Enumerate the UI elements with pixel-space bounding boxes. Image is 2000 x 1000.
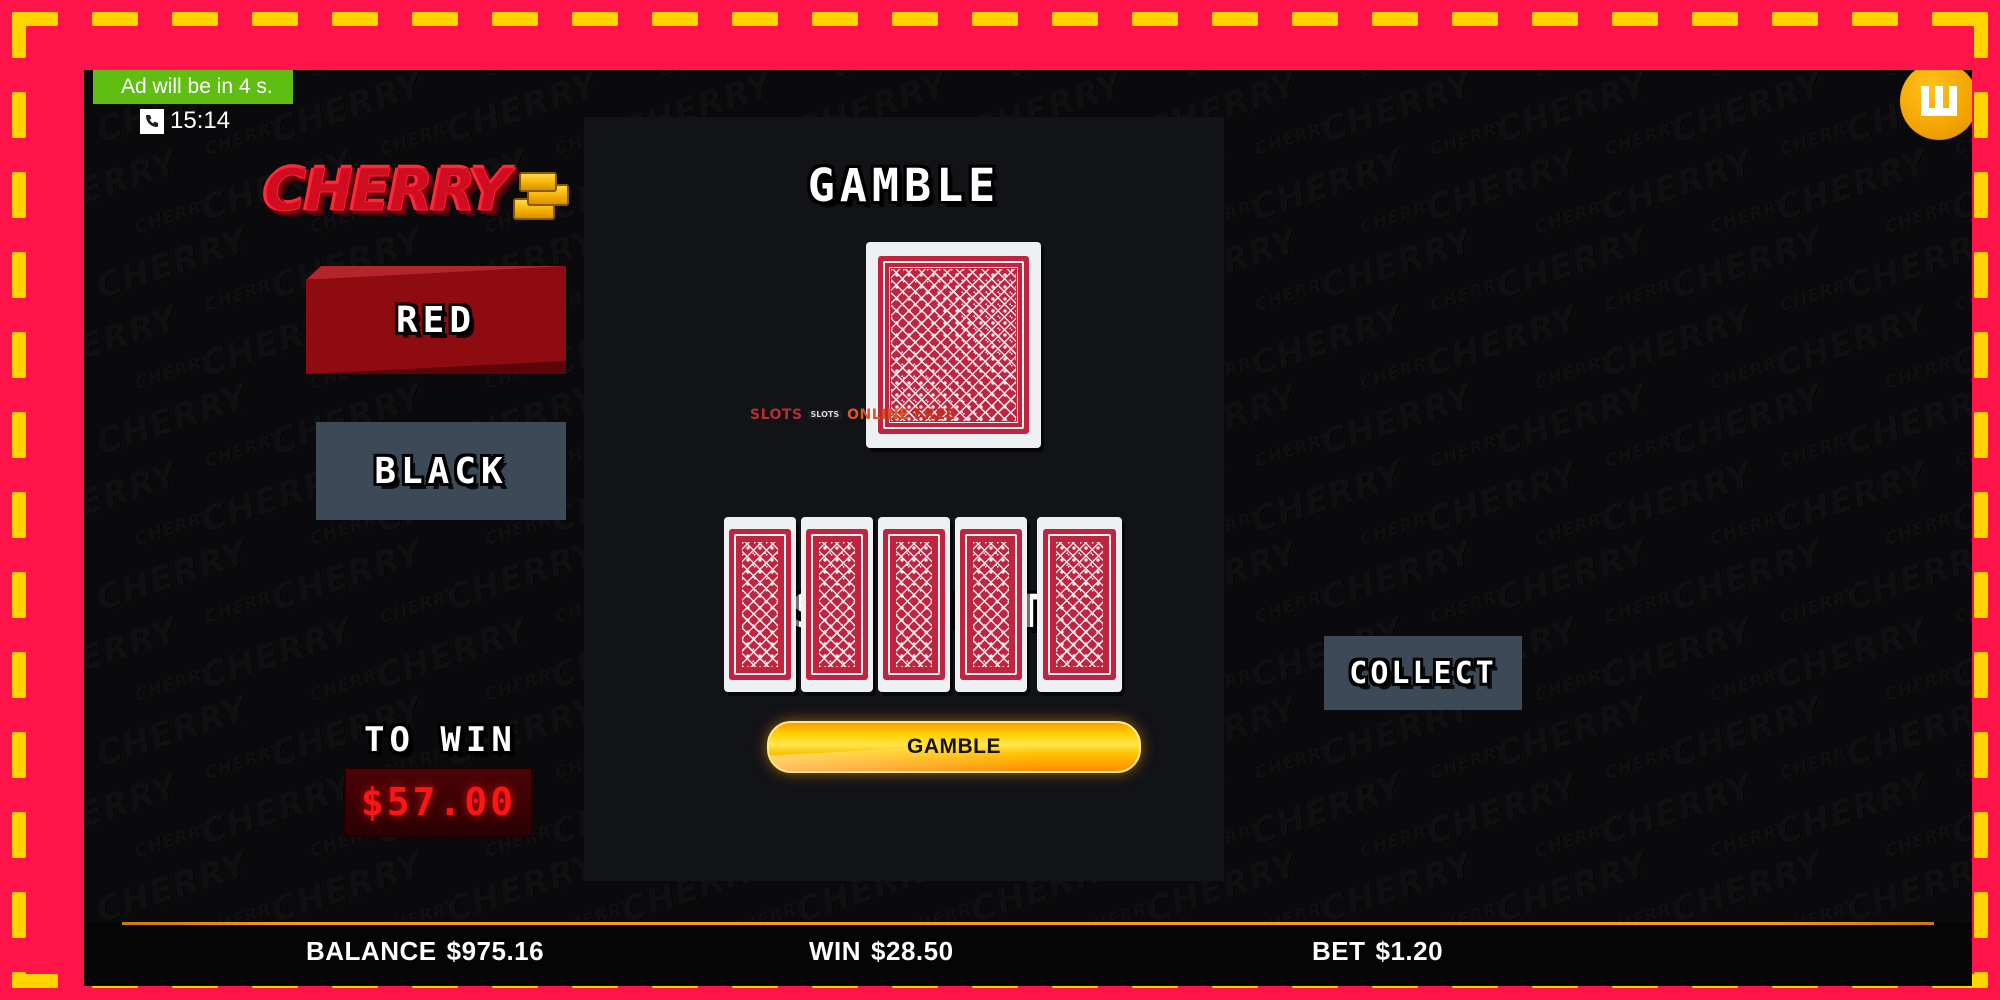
game-logo: CHERRY [264,156,571,225]
card-back-pattern [742,542,778,667]
history-card [1037,517,1122,692]
game-logo-text: CHERRY [264,156,512,225]
history-card [801,517,873,692]
card-back-frame [806,529,868,680]
status-bar-rule [122,922,1934,925]
watermark-part-1: SLOTS [750,407,803,423]
card-back-frame [1042,529,1117,680]
collect-button[interactable]: COLLECT [1324,636,1522,710]
to-win-label: TO WIN [364,720,517,760]
card-back-pattern [973,542,1009,667]
watermark-part-3: FREE [914,407,956,423]
history-card [955,517,1027,692]
bet-value: $1.20 [1375,936,1444,966]
red-button-label: RED [395,299,477,341]
card-back-pattern [891,269,1016,421]
background-watermark-text-small: CHERRY [1952,271,1972,317]
ad-countdown-banner: Ad will be in 4 s. [93,70,293,104]
background-watermark-text: CHERRY [1841,220,1972,308]
win-label: WIN [809,936,862,966]
card-back-frame [883,529,945,680]
history-card [878,517,950,692]
bet-label: BET [1312,936,1366,966]
background-watermark-text: CHERRY [1841,688,1972,776]
card-back-pattern [896,542,932,667]
watermark-chip-icon: SLOTS [807,409,843,421]
balance-value: $975.16 [446,936,545,966]
bet-readout[interactable]: BET $1.20 [1312,936,1443,967]
red-bet-button[interactable]: RED [306,266,566,374]
background-watermark-text: CHERRY [1841,376,1972,464]
black-bet-button[interactable]: BLACK [316,422,566,520]
gamble-title: GAMBLE [807,159,1001,212]
collect-button-label: COLLECT [1349,655,1497,691]
badge-glyph [1919,84,1959,118]
background-watermark-text-small: CHERRY [1952,427,1972,473]
game-stage: CHERRY CHERRY CHERRY CHERRY CHERRY CHERRY CHER… [84,70,1972,986]
background-watermark-text: CHERRY [1841,532,1972,620]
site-watermark: SLOTS SLOTS ONLINE FREE [750,407,956,423]
decorative-frame: CHERRY CHERRY CHERRY CHERRY CHERRY CHERRY CHER… [0,0,2000,1000]
gamble-action-button[interactable]: GAMBLE [767,721,1141,773]
background-watermark-text-small: CHERRY [1952,583,1972,629]
balance-readout: BALANCE $975.16 [306,936,544,967]
balance-label: BALANCE [306,936,437,966]
history-card [724,517,796,692]
phone-icon [140,108,164,134]
clock-text: 15:14 [170,107,231,134]
card-back-frame [960,529,1022,680]
card-back-frame [729,529,791,680]
background-watermark-text-small: CHERRY [1952,739,1972,785]
frame-inner: CHERRY CHERRY CHERRY CHERRY CHERRY CHERRY CHER… [28,28,1972,986]
card-back-pattern [1055,542,1104,667]
status-clock-row: 15:14 [140,107,230,135]
gamble-action-label: GAMBLE [907,735,1001,758]
win-readout: WIN $28.50 [809,936,954,967]
card-back-pattern [819,542,855,667]
status-bar: BALANCE $975.16 WIN $28.50 BET $1.20 [84,922,1972,986]
to-win-value: $57.00 [360,780,517,824]
gold-bars-icon [512,172,571,220]
win-value: $28.50 [871,936,954,966]
to-win-panel: $57.00 [344,767,533,837]
watermark-part-2: ONLINE [847,407,910,423]
black-button-label: BLACK [374,450,508,492]
background-watermark-text: CHERRY [1841,844,1972,932]
